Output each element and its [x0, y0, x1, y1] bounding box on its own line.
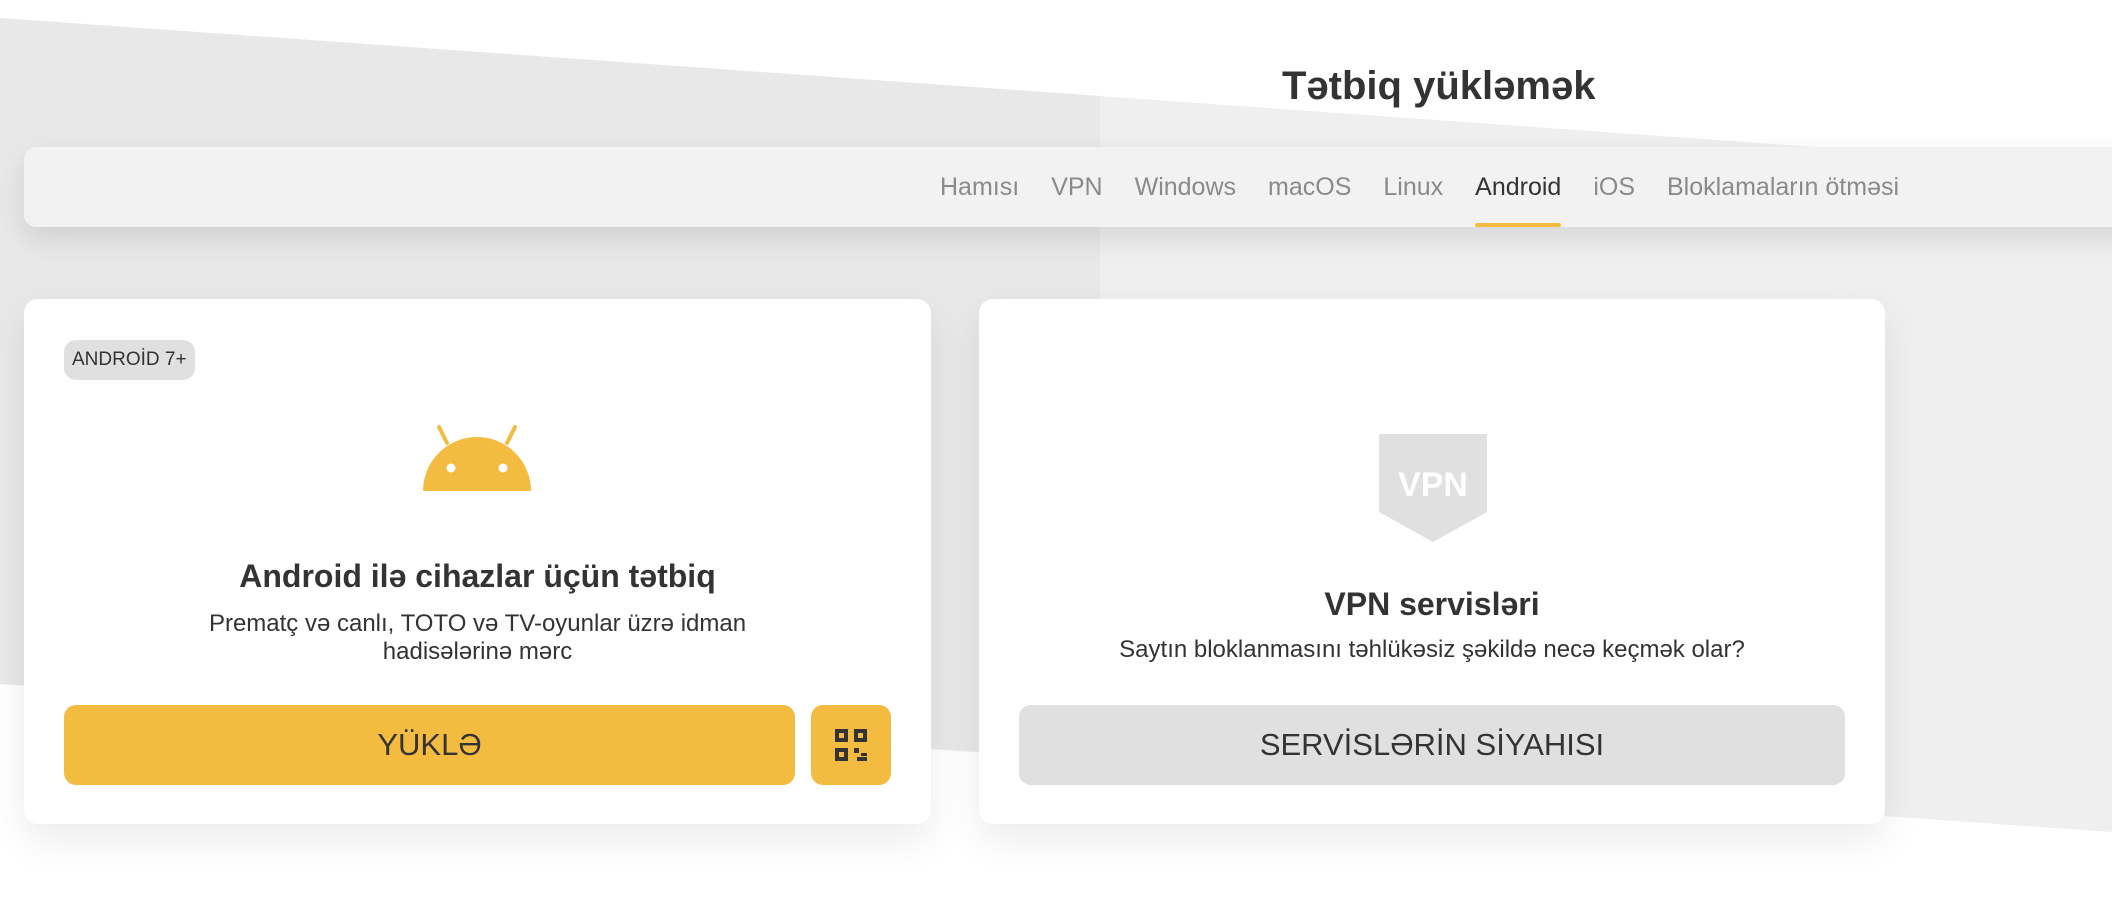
android-card-description-text: Prematç və canlı, TOTO və TV-oyunlar üzr… [208, 610, 747, 665]
category-tabs: Hamısı VPN Windows macOS Linux Android i… [940, 147, 1931, 227]
vpn-card-description-text: Saytın bloklanmasını təhlükəsiz şəkildə … [1119, 636, 1745, 663]
tab-linux[interactable]: Linux [1383, 147, 1443, 227]
android-icon [423, 425, 531, 491]
android-card-title: Android ilə cihazlar üçün tətbiq [239, 558, 716, 594]
page-title: Tətbiq yükləmək [1282, 64, 1596, 108]
android-version-badge: ANDROİD 7+ [64, 340, 195, 380]
vpn-shield-icon: VPN [1379, 434, 1487, 542]
qr-code-icon [835, 729, 867, 761]
vpn-services-card: VPN VPN servisləri Saytın bloklanmasını … [979, 299, 1885, 824]
services-list-button[interactable]: SERVİSLƏRİN SİYAHISI [1019, 705, 1845, 785]
android-app-card: ANDROİD 7+ Android ilə cihazlar üçün tət… [24, 299, 931, 824]
tab-macos[interactable]: macOS [1268, 147, 1351, 227]
tab-android[interactable]: Android [1475, 147, 1562, 227]
tab-vpn[interactable]: VPN [1051, 147, 1102, 227]
tab-all[interactable]: Hamısı [940, 147, 1019, 227]
android-card-description: Prematç və canlı, TOTO və TV-oyunlar üzr… [24, 610, 931, 666]
download-button[interactable]: YÜKLƏ [64, 705, 795, 785]
vpn-card-description: Saytın bloklanmasını təhlükəsiz şəkildə … [979, 636, 1885, 664]
tab-windows[interactable]: Windows [1135, 147, 1236, 227]
tab-block-bypass[interactable]: Bloklamaların ötməsi [1667, 147, 1899, 227]
tab-ios[interactable]: iOS [1593, 147, 1635, 227]
qr-code-button[interactable] [811, 705, 891, 785]
category-tabs-bar: Hamısı VPN Windows macOS Linux Android i… [24, 147, 2112, 227]
vpn-card-title: VPN servisləri [1324, 586, 1540, 622]
vpn-shield-label: VPN [1398, 466, 1468, 504]
